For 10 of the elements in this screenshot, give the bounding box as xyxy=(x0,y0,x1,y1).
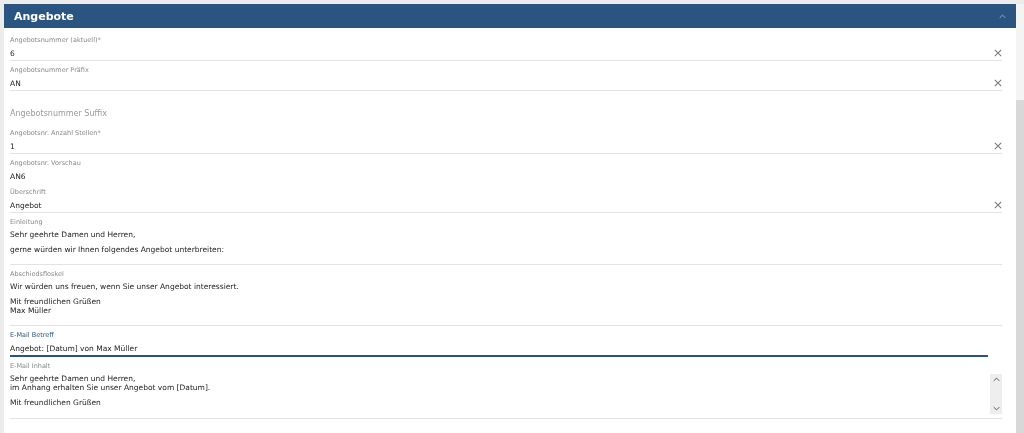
clear-icon[interactable] xyxy=(994,201,1002,209)
chevron-icon[interactable] xyxy=(999,13,1006,19)
scroll-down-icon[interactable] xyxy=(992,406,1000,411)
clear-icon[interactable] xyxy=(994,142,1002,150)
panel-header[interactable]: Angebote xyxy=(4,4,1016,28)
scrollbar[interactable] xyxy=(1016,4,1024,433)
panel-title: Angebote xyxy=(14,9,74,23)
scroll-up-icon[interactable] xyxy=(992,377,1000,382)
clear-icon[interactable] xyxy=(994,49,1002,57)
clear-icon[interactable] xyxy=(994,79,1002,87)
